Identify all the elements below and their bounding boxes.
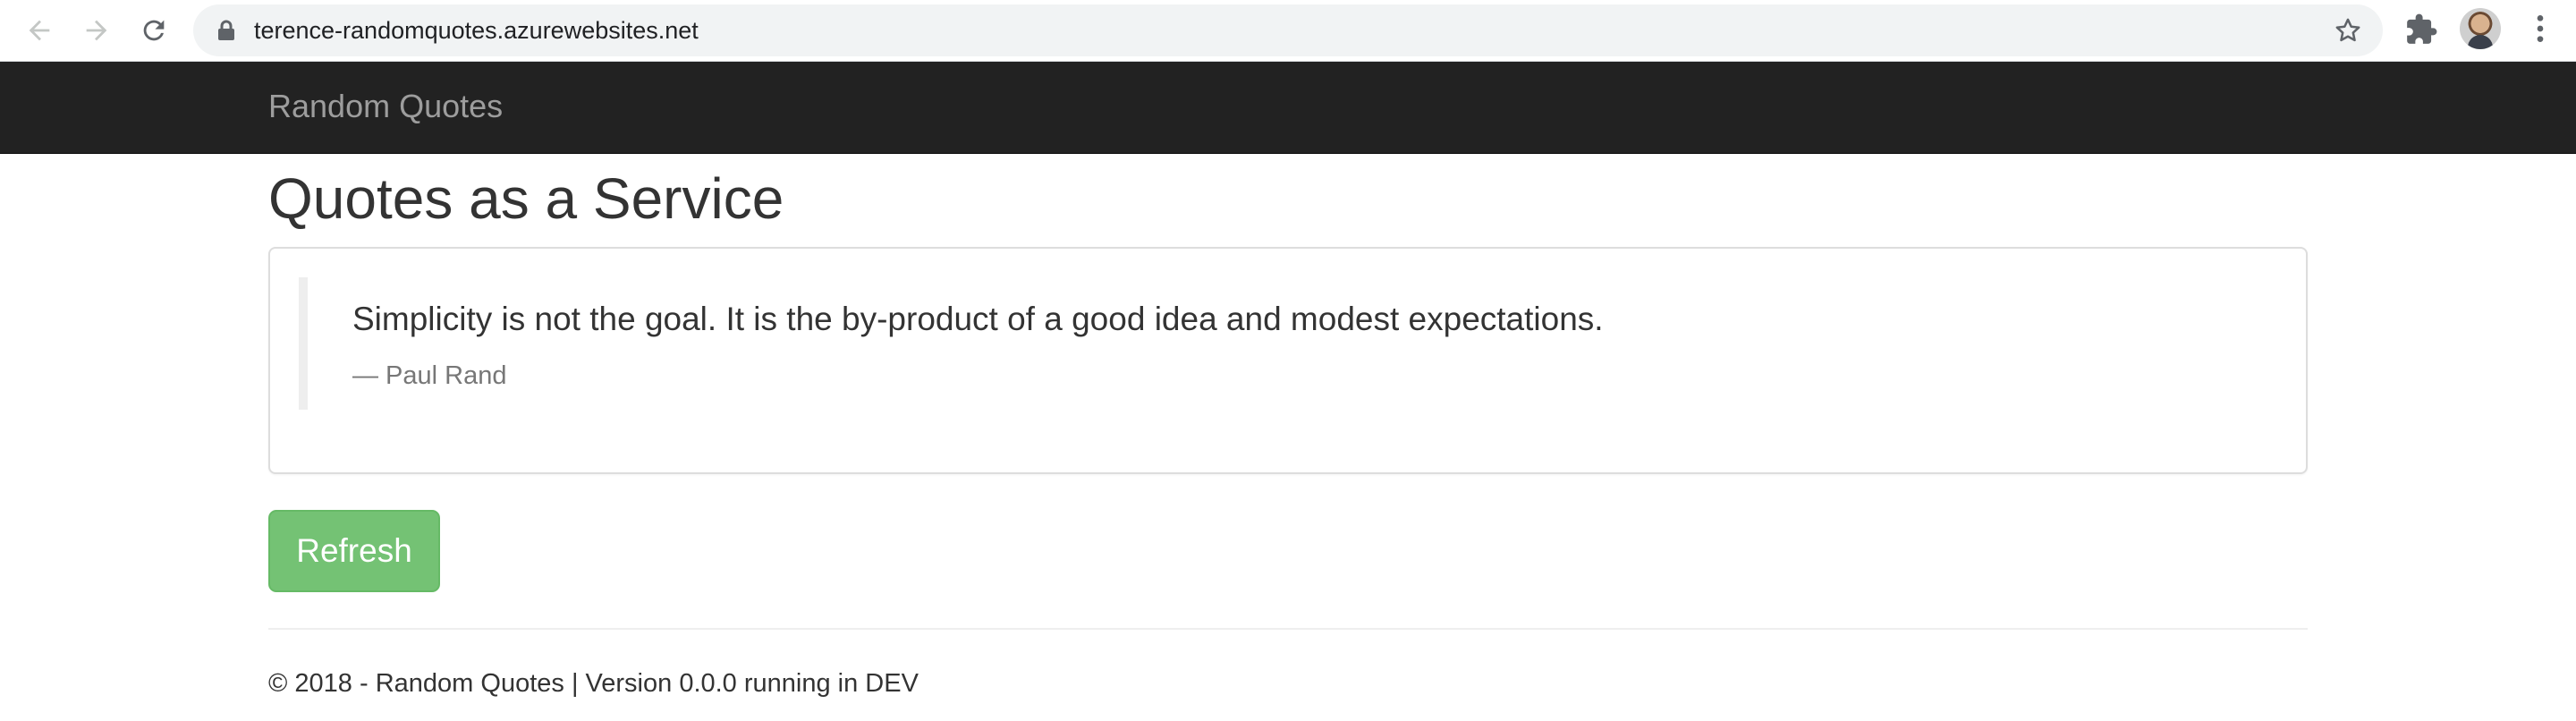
more-vert-icon[interactable] [2522, 11, 2558, 47]
refresh-button[interactable]: Refresh [268, 510, 440, 592]
back-button[interactable] [18, 9, 61, 52]
star-icon[interactable] [2333, 15, 2363, 46]
reload-icon [143, 20, 165, 41]
forward-arrow-icon [86, 20, 107, 41]
avatar[interactable] [2460, 8, 2501, 49]
footer-text: © 2018 - Random Quotes | Version 0.0.0 r… [268, 669, 919, 698]
brand-link[interactable]: Random Quotes [268, 62, 503, 154]
site-navbar: Random Quotes [0, 62, 2576, 154]
forward-button[interactable] [75, 9, 118, 52]
quote-panel: Simplicity is not the goal. It is the by… [268, 247, 2308, 474]
footer-divider [268, 628, 2308, 630]
back-arrow-icon [29, 20, 50, 41]
quote-author: — Paul Rand [352, 361, 507, 390]
reload-button[interactable] [132, 9, 175, 52]
puzzle-icon[interactable] [2404, 13, 2438, 47]
quote-text: Simplicity is not the goal. It is the by… [352, 301, 1604, 337]
browser-toolbar: terence-randomquotes.azurewebsites.net [0, 0, 2576, 62]
page-title: Quotes as a Service [268, 166, 784, 231]
address-bar[interactable]: terence-randomquotes.azurewebsites.net [193, 4, 2383, 56]
url-text[interactable]: terence-randomquotes.azurewebsites.net [254, 4, 699, 56]
lock-icon[interactable] [216, 20, 236, 41]
blockquote: Simplicity is not the goal. It is the by… [299, 277, 2267, 410]
